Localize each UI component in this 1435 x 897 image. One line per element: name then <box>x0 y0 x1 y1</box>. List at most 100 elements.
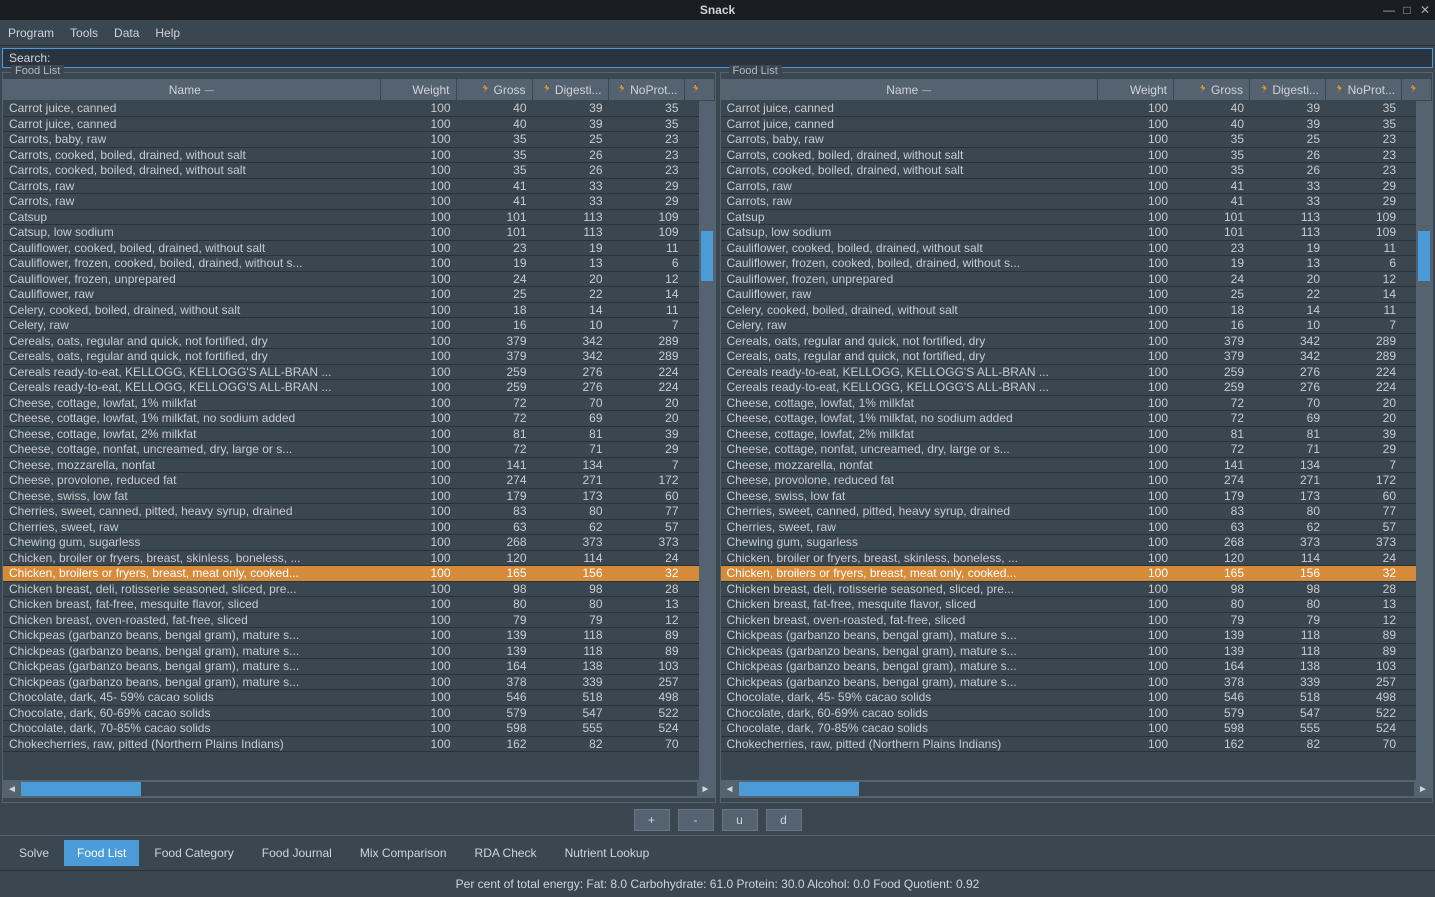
table-row[interactable]: Carrots, raw100413329 <box>721 179 1433 195</box>
table-row[interactable]: Chicken, broiler or fryers, breast, skin… <box>721 551 1433 567</box>
tab-mix-comparison[interactable]: Mix Comparison <box>347 840 460 866</box>
tab-nutrient-lookup[interactable]: Nutrient Lookup <box>552 840 663 866</box>
table-row[interactable]: Chickpeas (garbanzo beans, bengal gram),… <box>3 675 715 691</box>
table-row[interactable]: Carrot juice, canned100403935 <box>3 117 715 133</box>
table-row[interactable]: Cheese, cottage, lowfat, 2% milkfat10081… <box>721 427 1433 443</box>
column-gross[interactable]: 🏃Gross <box>457 79 533 100</box>
minimize-icon[interactable]: — <box>1383 4 1395 16</box>
column-name[interactable]: Name— <box>721 79 1099 100</box>
table-row[interactable]: Carrot juice, canned100403935 <box>721 117 1433 133</box>
table-row[interactable]: Cheese, swiss, low fat10017917360 <box>3 489 715 505</box>
table-row[interactable]: Chicken breast, deli, rotisserie seasone… <box>3 582 715 598</box>
search-input[interactable] <box>54 51 1426 65</box>
table-row[interactable]: Chickpeas (garbanzo beans, bengal gram),… <box>3 644 715 660</box>
table-row[interactable]: Cauliflower, cooked, boiled, drained, wi… <box>3 241 715 257</box>
table-row[interactable]: Cereals ready-to-eat, KELLOGG, KELLOGG'S… <box>721 365 1433 381</box>
table-row[interactable]: Chewing gum, sugarless100268373373 <box>721 535 1433 551</box>
menu-help[interactable]: Help <box>155 26 180 40</box>
table-row[interactable]: Carrots, cooked, boiled, drained, withou… <box>721 148 1433 164</box>
table-row[interactable]: Chicken, broilers or fryers, breast, mea… <box>3 566 715 582</box>
table-row[interactable]: Chicken breast, fat-free, mesquite flavo… <box>721 597 1433 613</box>
column-digest[interactable]: 🏃Digesti... <box>1250 79 1326 100</box>
table-row[interactable]: Chickpeas (garbanzo beans, bengal gram),… <box>721 628 1433 644</box>
table-row[interactable]: Cherries, sweet, raw100636257 <box>721 520 1433 536</box>
horizontal-scrollbar[interactable]: ◄ ► <box>721 780 1433 798</box>
button-add[interactable]: + <box>634 809 670 831</box>
scrollbar-thumb[interactable] <box>21 782 141 796</box>
table-row[interactable]: Chickpeas (garbanzo beans, bengal gram),… <box>721 675 1433 691</box>
table-row[interactable]: Chickpeas (garbanzo beans, bengal gram),… <box>721 644 1433 660</box>
button-remove[interactable]: - <box>678 809 714 831</box>
table-row[interactable]: Celery, raw10016107 <box>3 318 715 334</box>
scrollbar-track[interactable] <box>21 782 697 796</box>
horizontal-scrollbar[interactable]: ◄ ► <box>3 780 715 798</box>
close-icon[interactable]: ✕ <box>1419 4 1431 16</box>
table-row[interactable]: Chickpeas (garbanzo beans, bengal gram),… <box>721 659 1433 675</box>
tab-food-list[interactable]: Food List <box>64 840 139 866</box>
table-row[interactable]: Cherries, sweet, raw100636257 <box>3 520 715 536</box>
table-row[interactable]: Catsup, low sodium100101113109 <box>721 225 1433 241</box>
table-row[interactable]: Chokecherries, raw, pitted (Northern Pla… <box>3 737 715 753</box>
vertical-scrollbar[interactable] <box>1416 101 1432 784</box>
table-row[interactable]: Cauliflower, frozen, unprepared100242012 <box>3 272 715 288</box>
scrollbar-thumb[interactable] <box>1418 231 1430 281</box>
table-row[interactable]: Cereals, oats, regular and quick, not fo… <box>721 349 1433 365</box>
tab-solve[interactable]: Solve <box>6 840 62 866</box>
table-row[interactable]: Cereals, oats, regular and quick, not fo… <box>3 349 715 365</box>
table-row[interactable]: Chocolate, dark, 60-69% cacao solids1005… <box>721 706 1433 722</box>
table-row[interactable]: Cereals ready-to-eat, KELLOGG, KELLOGG'S… <box>3 365 715 381</box>
table-row[interactable]: Cauliflower, frozen, cooked, boiled, dra… <box>3 256 715 272</box>
table-row[interactable]: Cereals, oats, regular and quick, not fo… <box>721 334 1433 350</box>
column-weight[interactable]: Weight <box>381 79 457 100</box>
table-row[interactable]: Carrots, raw100413329 <box>3 179 715 195</box>
table-row[interactable]: Cheese, mozzarella, nonfat1001411347 <box>721 458 1433 474</box>
table-row[interactable]: Chickpeas (garbanzo beans, bengal gram),… <box>3 628 715 644</box>
column-noprot[interactable]: 🏃NoProt... <box>609 79 685 100</box>
table-row[interactable]: Cauliflower, raw100252214 <box>721 287 1433 303</box>
table-row[interactable]: Chocolate, dark, 45- 59% cacao solids100… <box>721 690 1433 706</box>
column-x[interactable]: 🏃 <box>1402 79 1432 100</box>
table-body[interactable]: Carrot juice, canned100403935Carrot juic… <box>3 101 715 780</box>
column-weight[interactable]: Weight <box>1098 79 1174 100</box>
table-row[interactable]: Catsup100101113109 <box>721 210 1433 226</box>
table-row[interactable]: Cheese, cottage, nonfat, uncreamed, dry,… <box>721 442 1433 458</box>
table-row[interactable]: Cauliflower, cooked, boiled, drained, wi… <box>721 241 1433 257</box>
tab-food-journal[interactable]: Food Journal <box>249 840 345 866</box>
table-row[interactable]: Carrots, raw100413329 <box>721 194 1433 210</box>
table-row[interactable]: Cheese, cottage, lowfat, 1% milkfat, no … <box>721 411 1433 427</box>
column-gross[interactable]: 🏃Gross <box>1174 79 1250 100</box>
vertical-scrollbar[interactable] <box>699 101 715 784</box>
table-row[interactable]: Cheese, cottage, lowfat, 1% milkfat10072… <box>3 396 715 412</box>
table-row[interactable]: Chicken breast, oven-roasted, fat-free, … <box>3 613 715 629</box>
column-noprot[interactable]: 🏃NoProt... <box>1326 79 1402 100</box>
table-row[interactable]: Carrot juice, canned100403935 <box>3 101 715 117</box>
table-row[interactable]: Carrots, baby, raw100352523 <box>721 132 1433 148</box>
table-row[interactable]: Cherries, sweet, canned, pitted, heavy s… <box>3 504 715 520</box>
scrollbar-thumb[interactable] <box>739 782 859 796</box>
table-row[interactable]: Catsup, low sodium100101113109 <box>3 225 715 241</box>
table-row[interactable]: Chicken breast, deli, rotisserie seasone… <box>721 582 1433 598</box>
table-row[interactable]: Carrots, cooked, boiled, drained, withou… <box>3 148 715 164</box>
table-row[interactable]: Cheese, cottage, nonfat, uncreamed, dry,… <box>3 442 715 458</box>
table-row[interactable]: Chocolate, dark, 60-69% cacao solids1005… <box>3 706 715 722</box>
table-row[interactable]: Cauliflower, raw100252214 <box>3 287 715 303</box>
menu-tools[interactable]: Tools <box>70 26 98 40</box>
table-row[interactable]: Chicken breast, oven-roasted, fat-free, … <box>721 613 1433 629</box>
table-row[interactable]: Catsup100101113109 <box>3 210 715 226</box>
column-x[interactable]: 🏃 <box>685 79 715 100</box>
table-row[interactable]: Cherries, sweet, canned, pitted, heavy s… <box>721 504 1433 520</box>
table-row[interactable]: Chicken breast, fat-free, mesquite flavo… <box>3 597 715 613</box>
table-row[interactable]: Cereals ready-to-eat, KELLOGG, KELLOGG'S… <box>3 380 715 396</box>
table-row[interactable]: Chickpeas (garbanzo beans, bengal gram),… <box>3 659 715 675</box>
table-row[interactable]: Chocolate, dark, 45- 59% cacao solids100… <box>3 690 715 706</box>
table-row[interactable]: Cheese, mozzarella, nonfat1001411347 <box>3 458 715 474</box>
button-u[interactable]: u <box>722 809 758 831</box>
table-row[interactable]: Carrots, cooked, boiled, drained, withou… <box>721 163 1433 179</box>
table-row[interactable]: Cheese, cottage, lowfat, 1% milkfat, no … <box>3 411 715 427</box>
table-row[interactable]: Chokecherries, raw, pitted (Northern Pla… <box>721 737 1433 753</box>
table-row[interactable]: Cheese, swiss, low fat10017917360 <box>721 489 1433 505</box>
maximize-icon[interactable]: □ <box>1401 4 1413 16</box>
table-row[interactable]: Carrots, baby, raw100352523 <box>3 132 715 148</box>
menu-program[interactable]: Program <box>8 26 54 40</box>
menu-data[interactable]: Data <box>114 26 139 40</box>
